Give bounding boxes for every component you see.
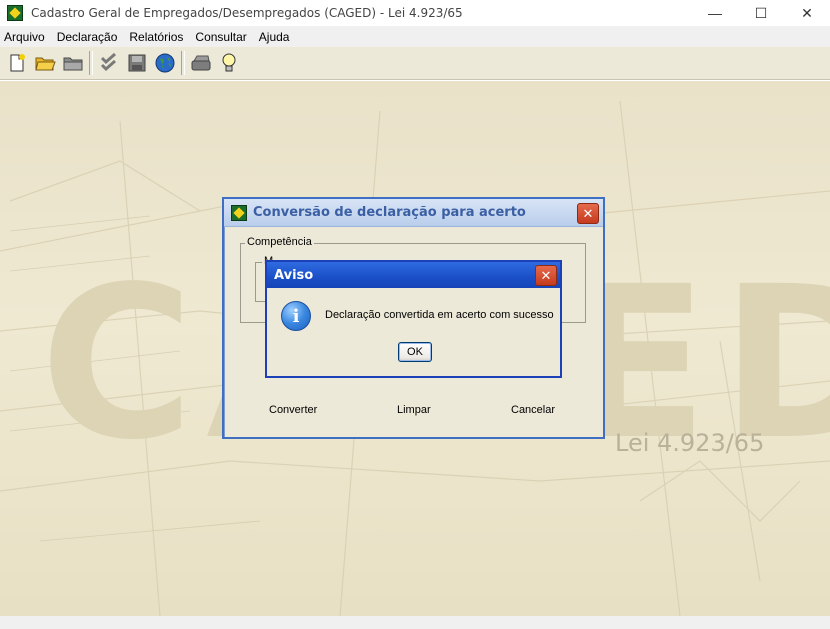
caged-app-icon <box>231 204 247 221</box>
save-button[interactable] <box>123 50 151 76</box>
menu-declaracao[interactable]: Declaração <box>52 30 125 44</box>
window-titlebar: Cadastro Geral de Empregados/Desempregad… <box>0 0 830 26</box>
toolbar <box>0 47 830 80</box>
caged-app-icon <box>7 5 23 21</box>
close-window-button[interactable]: ✕ <box>784 0 830 26</box>
help-tip-button[interactable] <box>215 50 243 76</box>
close-icon: ✕ <box>540 267 552 283</box>
new-file-button[interactable] <box>3 50 31 76</box>
globe-icon <box>155 53 175 73</box>
maximize-button[interactable]: ☐ <box>738 0 784 26</box>
open-folder-icon <box>35 57 56 71</box>
menu-arquivo[interactable]: Arquivo <box>0 30 52 44</box>
menu-ajuda[interactable]: Ajuda <box>254 30 297 44</box>
aviso-message: Declaração convertida em acerto com suce… <box>325 309 554 321</box>
open-button[interactable] <box>31 50 59 76</box>
internet-button[interactable] <box>151 50 179 76</box>
close-aviso-button[interactable]: ✕ <box>535 265 557 286</box>
conversion-dialog-titlebar: Conversão de declaração para acerto <box>224 199 603 227</box>
menu-relatorios[interactable]: Relatórios <box>124 30 190 44</box>
info-icon: i <box>281 301 311 331</box>
close-conversion-dialog-button[interactable]: ✕ <box>577 203 599 224</box>
cancel-button[interactable]: Cancelar <box>511 404 555 416</box>
clear-button[interactable]: Limpar <box>397 404 431 416</box>
convert-button[interactable]: Converter <box>269 404 317 416</box>
lightbulb-icon <box>222 53 236 72</box>
minimize-button[interactable]: — <box>692 0 738 26</box>
aviso-titlebar: Aviso <box>267 262 560 288</box>
folder-button[interactable] <box>59 50 87 76</box>
toolbar-separator <box>89 51 93 75</box>
print-icon <box>191 55 211 71</box>
conversion-dialog-title: Conversão de declaração para acerto <box>253 205 526 220</box>
aviso-dialog: Aviso ✕ i Declaração convertida em acert… <box>265 260 562 378</box>
new-file-icon <box>10 54 25 72</box>
ok-button[interactable]: OK <box>398 342 432 362</box>
print-button[interactable] <box>187 50 215 76</box>
competencia-label: Competência <box>245 236 314 248</box>
folder-icon <box>63 57 83 71</box>
validate-button[interactable] <box>95 50 123 76</box>
menubar: Arquivo Declaração Relatórios Consultar … <box>0 26 830 47</box>
status-bar <box>0 616 830 629</box>
window-title: Cadastro Geral de Empregados/Desempregad… <box>31 6 463 20</box>
law-watermark: Lei 4.923/65 <box>615 429 765 457</box>
window-controls: — ☐ ✕ <box>692 0 830 26</box>
toolbar-separator <box>181 51 185 75</box>
menu-consultar[interactable]: Consultar <box>190 30 253 44</box>
aviso-title: Aviso <box>274 267 314 283</box>
check-icon <box>100 52 116 72</box>
save-icon <box>128 54 146 72</box>
close-icon: ✕ <box>582 205 594 221</box>
